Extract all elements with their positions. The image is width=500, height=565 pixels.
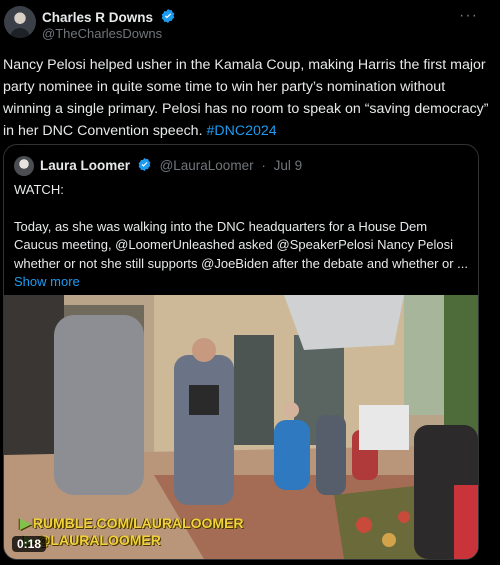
quote-author-handle: @LauraLoomer: [159, 158, 254, 173]
quote-author-name: Laura Loomer: [40, 158, 131, 173]
author-avatar[interactable]: [4, 6, 36, 38]
quote-header: Laura Loomer @LauraLoomer · Jul 9: [40, 157, 302, 175]
watermark-handle: @LAURALOOMER: [36, 532, 161, 548]
quote-line-body: Today, as she was walking into the DNC h…: [14, 218, 469, 271]
author-name[interactable]: Charles R Downs: [42, 10, 153, 25]
quote-text: WATCH: Today, as she was walking into th…: [14, 181, 469, 292]
video-duration: 0:18: [12, 536, 47, 552]
quote-line-watch: WATCH:: [14, 182, 64, 197]
rumble-play-icon: ▶: [20, 515, 31, 531]
tweet: Charles R Downs @TheCharlesDowns ··· Nan…: [0, 0, 500, 565]
author-handle[interactable]: @TheCharlesDowns: [42, 26, 162, 41]
tweet-text: Nancy Pelosi helped usher in the Kamala …: [3, 54, 493, 142]
hashtag-link[interactable]: #DNC2024: [206, 123, 276, 139]
more-icon[interactable]: ···: [459, 7, 478, 25]
quote-tweet[interactable]: Laura Loomer @LauraLoomer · Jul 9 WATCH:…: [3, 144, 479, 560]
quote-date: Jul 9: [273, 158, 303, 173]
video-watermark: ▶RUMBLE.COM/LAURALOOMER ▶@LAURALOOMER: [20, 515, 244, 549]
video-player[interactable]: ▶RUMBLE.COM/LAURALOOMER ▶@LAURALOOMER 0:…: [4, 295, 478, 559]
quote-author-avatar: [14, 156, 34, 176]
quote-verified-badge-icon: [137, 157, 152, 175]
watermark-url: RUMBLE.COM/LAURALOOMER: [32, 515, 244, 531]
quote-separator: ·: [261, 158, 266, 173]
show-more-link[interactable]: Show more: [14, 273, 469, 292]
verified-badge-icon: [160, 8, 176, 29]
